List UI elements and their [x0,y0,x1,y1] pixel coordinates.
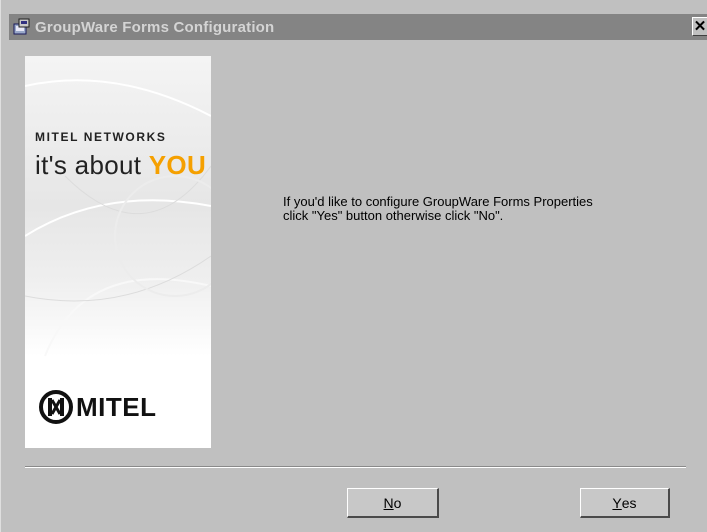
yes-button[interactable]: Yes [580,488,670,518]
tagline-emphasis: YOU [148,150,207,180]
no-label-rest: o [393,494,402,511]
no-mnemonic: N [383,494,394,511]
brand-banner: MITEL NETWORKS it's about YOU MITEL [25,56,211,448]
button-separator [25,466,686,468]
tagline-prefix: it's about [35,150,149,180]
mitel-logo-icon [39,390,73,424]
company-name: MITEL NETWORKS [35,130,167,144]
close-icon: ✕ [693,18,707,35]
logo-wordmark: MITEL [76,391,157,422]
close-button[interactable]: ✕ [692,17,707,36]
prompt-message: If you'd like to configure GroupWare For… [283,195,683,223]
tagline: it's about YOU [35,150,206,181]
window-title: GroupWare Forms Configuration [35,18,275,36]
prompt-line-2: click "Yes" button otherwise click "No". [283,208,504,223]
prompt-line-1: If you'd like to configure GroupWare For… [283,194,593,209]
yes-label-rest: es [621,494,637,511]
title-bar[interactable]: GroupWare Forms Configuration ✕ [9,14,707,40]
yes-mnemonic: Y [612,494,622,511]
app-icon [13,18,31,36]
mitel-logo: MITEL [39,390,157,424]
dialog-window: GroupWare Forms Configuration ✕ MITEL NE… [0,0,707,532]
no-button[interactable]: No [347,488,439,518]
